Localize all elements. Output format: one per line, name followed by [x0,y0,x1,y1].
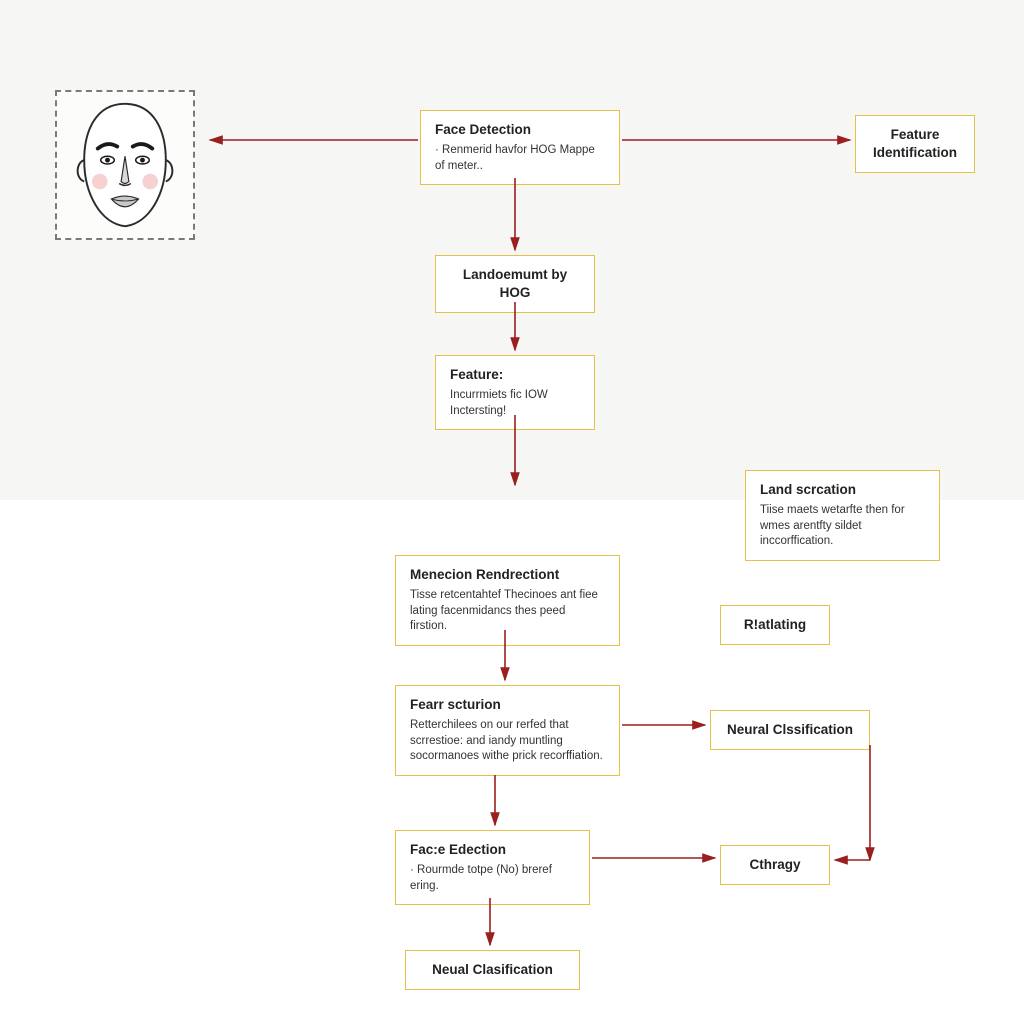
node-landmark-hog: Landoemumt by HOG [435,255,595,313]
node-title: Feature: [450,366,580,384]
node-face-detection: Face Detection · Renmerid havfor HOG Map… [420,110,620,185]
node-title: Fearr scturion [410,696,605,714]
node-title: Face Detection [435,121,605,139]
node-title: Cthragy [735,856,815,874]
node-face-edection: Fac:e Edection · Rourmde totpe (No) brer… [395,830,590,905]
node-neural-classification-2: Neual Clasification [405,950,580,990]
node-feature: Feature: Incurrmiets fic IOW Inctersting… [435,355,595,430]
node-title: Menecion Rendrectiont [410,566,605,584]
node-body: Retterchilees on our rerfed that scrrest… [410,718,605,765]
node-land-scrcation: Land scrcation Tiise maets wetarfte then… [745,470,940,561]
node-title: Fac:e Edection [410,841,575,859]
node-rlatlating: R!atlating [720,605,830,645]
face-icon [57,92,193,238]
face-illustration-box [55,90,195,240]
node-fearr: Fearr scturion Retterchilees on our rerf… [395,685,620,776]
node-neural-classification-1: Neural Clssification [710,710,870,750]
node-title: R!atlating [735,616,815,634]
node-title: Neural Clssification [725,721,855,739]
node-body: Tiise maets wetarfte then for wmes arent… [760,503,925,550]
node-body: · Rourmde totpe (No) breref ering. [410,863,575,894]
node-feature-identification: Feature Identification [855,115,975,173]
node-menecion: Menecion Rendrectiont Tisse retcentahtef… [395,555,620,646]
node-title: Feature Identification [870,126,960,162]
node-body: Tisse retcentahtef Thecinoes ant fiee la… [410,588,605,635]
node-title: Neual Clasification [420,961,565,979]
node-cthragy: Cthragy [720,845,830,885]
node-body: Incurrmiets fic IOW Inctersting! [450,388,580,419]
node-title: Land scrcation [760,481,925,499]
node-title: Landoemumt by HOG [450,266,580,302]
node-body: · Renmerid havfor HOG Mappe of meter.. [435,143,605,174]
